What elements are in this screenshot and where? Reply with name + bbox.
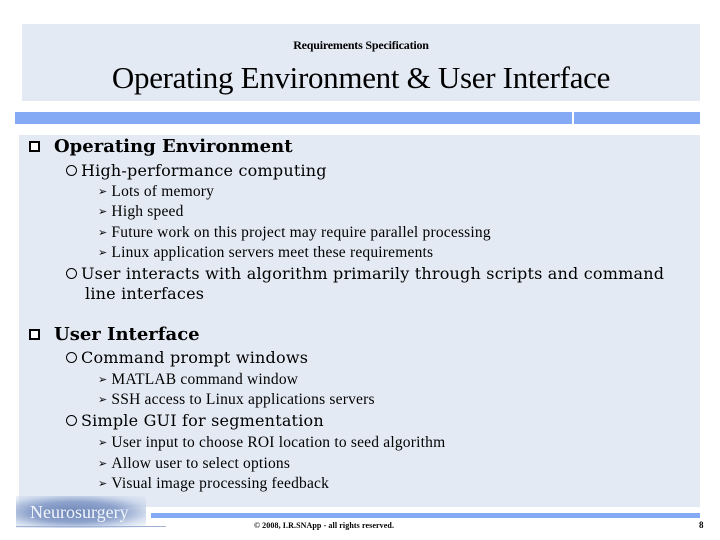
sub-list-item: ➢ MATLAB command window: [98, 370, 298, 390]
sub-list-item-text: Visual image processing feedback: [111, 475, 330, 492]
section-heading-text: User Interface: [54, 324, 200, 345]
square-bullet-icon: [29, 141, 40, 152]
slide-title: Operating Environment & User Interface: [111, 60, 611, 95]
circle-bullet-icon: [66, 415, 77, 426]
sub-list-item: ➢ High speed: [98, 202, 184, 222]
sub-list-item: ➢ Linux application servers meet these re…: [98, 243, 433, 263]
sub-list-item: ➢ User input to choose ROI location to se…: [98, 433, 445, 453]
title-panel: Requirements Specification Operating Env…: [22, 24, 700, 101]
square-bullet-icon: [29, 329, 40, 340]
arrow-bullet-icon: ➢: [98, 186, 108, 198]
arrow-bullet-icon: ➢: [98, 227, 108, 239]
arrow-bullet-icon: ➢: [98, 437, 108, 449]
neurosurgery-logo: Neurosurgery: [16, 496, 166, 528]
arrow-bullet-icon: ➢: [98, 394, 108, 406]
sub-list-item: ➢ Future work on this project may require…: [98, 223, 491, 243]
sub-list-item-text: SSH access to Linux applications servers: [111, 391, 375, 408]
sub-list-item-text: Future work on this project may require …: [111, 224, 491, 241]
circle-bullet-icon: [66, 352, 77, 363]
sub-list-item: ➢ Allow user to select options: [98, 454, 290, 474]
sub-list-item-text: High speed: [111, 203, 184, 220]
logo-underline: [16, 526, 166, 527]
footer-accent-bar: [151, 513, 700, 518]
sub-list-item-text: MATLAB command window: [111, 371, 299, 388]
sub-list-item: ➢ SSH access to Linux applications server…: [98, 390, 375, 410]
accent-bar-divider: [572, 112, 574, 124]
list-item: Simple GUI for segmentation: [66, 411, 324, 431]
list-item-text: High-performance computing: [81, 161, 327, 180]
page-number: 8: [699, 520, 704, 530]
sub-list-item: ➢ Lots of memory: [98, 182, 214, 202]
circle-bullet-icon: [66, 268, 77, 279]
sub-list-item-text: Allow user to select options: [111, 455, 291, 472]
circle-bullet-icon: [66, 165, 77, 176]
sub-list-item-text: User input to choose ROI location to see…: [111, 434, 446, 451]
section-heading-text: Operating Environment: [54, 136, 293, 157]
arrow-bullet-icon: ➢: [98, 247, 108, 259]
sub-list-item-text: Linux application servers meet these req…: [111, 244, 434, 261]
list-item-text: Command prompt windows: [81, 348, 309, 367]
arrow-bullet-icon: ➢: [98, 206, 108, 218]
arrow-bullet-icon: ➢: [98, 478, 108, 490]
arrow-bullet-icon: ➢: [98, 374, 108, 386]
list-item-text: Simple GUI for segmentation: [81, 411, 324, 430]
section-heading-operating-environment: Operating Environment: [29, 136, 293, 158]
sub-list-item-text: Lots of memory: [111, 183, 215, 200]
list-item: User interacts with algorithm primarily …: [66, 264, 664, 304]
sub-list-item: ➢ Visual image processing feedback: [98, 474, 329, 494]
arrow-bullet-icon: ➢: [98, 458, 108, 470]
slide-subtitle: Requirements Specification: [293, 38, 429, 52]
accent-bar: [15, 112, 700, 124]
list-item: High-performance computing: [66, 161, 327, 181]
copyright-text: © 2008, I.R.SNApp - all rights reserved.: [254, 521, 395, 530]
list-item-continuation: line interfaces: [85, 284, 205, 303]
section-heading-user-interface: User Interface: [29, 324, 200, 346]
list-item: Command prompt windows: [66, 348, 308, 368]
logo-text: Neurosurgery: [30, 502, 129, 522]
content-panel: Operating Environment High-performance c…: [19, 135, 700, 507]
list-item-text: User interacts with algorithm primarily …: [81, 264, 665, 283]
